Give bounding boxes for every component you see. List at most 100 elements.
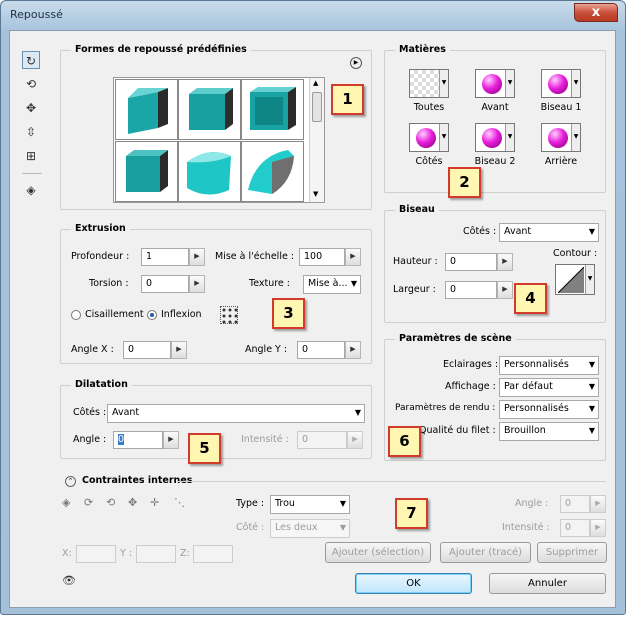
preset-shape-6[interactable] bbox=[241, 141, 304, 202]
close-button[interactable]: x bbox=[574, 3, 618, 22]
callout-4: 4 bbox=[514, 283, 547, 314]
angley-input[interactable]: 0 bbox=[297, 341, 345, 359]
toolbar-divider bbox=[22, 173, 42, 174]
title-bar[interactable]: Repoussé x bbox=[1, 1, 627, 29]
chevron-down-icon[interactable]: ▼ bbox=[585, 265, 594, 294]
torsion-spin[interactable]: ▶ bbox=[189, 275, 205, 293]
torsion-input[interactable]: 0 bbox=[141, 275, 189, 293]
anglex-input[interactable]: 0 bbox=[123, 341, 171, 359]
material-label-front: Avant bbox=[481, 102, 509, 113]
contrainte-intensite-input[interactable]: 0 bbox=[560, 519, 590, 537]
constraint-scale-icon[interactable]: ⋱ bbox=[174, 496, 185, 510]
material-sides[interactable]: ▼ bbox=[409, 123, 449, 152]
cote-select[interactable]: Les deux ▼ bbox=[270, 519, 350, 538]
ok-button[interactable]: OK bbox=[355, 573, 472, 594]
formes-menu-icon[interactable]: ▶ bbox=[350, 57, 362, 69]
preset-shape-4[interactable] bbox=[115, 141, 178, 202]
echelle-input[interactable]: 100 bbox=[299, 248, 345, 266]
contraintes-collapse-icon[interactable]: ⌃ bbox=[65, 476, 76, 487]
reference-point-icon[interactable] bbox=[220, 306, 238, 324]
constraint-slide-icon[interactable]: ✛ bbox=[150, 496, 159, 510]
roll-object-icon[interactable]: ⟲ bbox=[22, 75, 40, 93]
scroll-down-icon[interactable]: ▼ bbox=[313, 190, 318, 198]
slide-object-icon[interactable]: ⇳ bbox=[22, 123, 40, 141]
type-select[interactable]: Trou ▼ bbox=[270, 495, 350, 514]
preset-shape-1[interactable] bbox=[115, 79, 178, 140]
delete-button[interactable]: Supprimer bbox=[537, 542, 607, 563]
constraint-roll-icon[interactable]: ⟲ bbox=[106, 496, 115, 510]
constraint-rotate-icon[interactable]: ⟳ bbox=[84, 496, 93, 510]
scene-title: Paramètres de scène bbox=[395, 333, 516, 344]
rendu-select[interactable]: Personnalisés ▼ bbox=[499, 400, 599, 419]
texture-select[interactable]: Mise à... ▼ bbox=[303, 275, 361, 294]
hauteur-label: Hauteur : bbox=[393, 256, 438, 267]
x-input[interactable] bbox=[76, 545, 116, 563]
profondeur-spin[interactable]: ▶ bbox=[189, 248, 205, 266]
add-selection-button[interactable]: Ajouter (sélection) bbox=[325, 542, 431, 563]
angley-spin[interactable]: ▶ bbox=[345, 341, 361, 359]
hauteur-spin[interactable]: ▶ bbox=[497, 253, 513, 271]
cisaillement-label[interactable]: Cisaillement bbox=[85, 309, 144, 320]
scroll-up-icon[interactable]: ▲ bbox=[313, 79, 318, 87]
inflexion-radio[interactable] bbox=[147, 310, 157, 320]
material-bevel1[interactable]: ▼ bbox=[541, 69, 581, 98]
largeur-spin[interactable]: ▶ bbox=[497, 281, 513, 299]
material-back[interactable]: ▼ bbox=[541, 123, 581, 152]
material-ball-icon bbox=[548, 74, 568, 94]
inflexion-label[interactable]: Inflexion bbox=[161, 309, 202, 320]
contour-label: Contour : bbox=[553, 248, 598, 259]
dilatation-intensite-spin[interactable]: ▶ bbox=[347, 431, 363, 449]
chevron-down-icon[interactable]: ▼ bbox=[571, 70, 580, 97]
qualite-select[interactable]: Brouillon ▼ bbox=[499, 422, 599, 441]
preset-shape-3[interactable] bbox=[241, 79, 304, 140]
chevron-down-icon[interactable]: ▼ bbox=[571, 124, 580, 151]
dilatation-angle-input[interactable]: 0 bbox=[113, 431, 163, 449]
camera-icon[interactable]: ◈ bbox=[22, 181, 40, 199]
hauteur-input[interactable]: 0 bbox=[445, 253, 497, 271]
torsion-label: Torsion : bbox=[89, 278, 129, 289]
add-trace-button[interactable]: Ajouter (tracé) bbox=[440, 542, 531, 563]
contrainte-angle-spin[interactable]: ▶ bbox=[590, 495, 606, 513]
left-toolbar: ↻ ⟲ ✥ ⇳ ⊞ ◈ bbox=[20, 49, 44, 209]
chevron-down-icon[interactable]: ▼ bbox=[505, 124, 514, 151]
preview-eye-icon[interactable]: 👁 bbox=[62, 574, 76, 587]
preset-shape-2[interactable] bbox=[178, 79, 241, 140]
anglex-label: Angle X : bbox=[71, 344, 114, 355]
echelle-spin[interactable]: ▶ bbox=[345, 248, 361, 266]
eclairages-select[interactable]: Personnalisés ▼ bbox=[499, 356, 599, 375]
dilatation-intensite-input[interactable]: 0 bbox=[297, 431, 347, 449]
material-front[interactable]: ▼ bbox=[475, 69, 515, 98]
scale-object-icon[interactable]: ⊞ bbox=[22, 147, 40, 165]
preset-shape-5[interactable] bbox=[178, 141, 241, 202]
biseau-cotes-label: Côtés : bbox=[463, 226, 497, 237]
anglex-spin[interactable]: ▶ bbox=[171, 341, 187, 359]
profondeur-input[interactable]: 1 bbox=[141, 248, 189, 266]
constraint-object-icon[interactable]: ◈ bbox=[62, 496, 70, 510]
drag-object-icon[interactable]: ✥ bbox=[22, 99, 40, 117]
constraint-drag-icon[interactable]: ✥ bbox=[128, 496, 137, 510]
z-input[interactable] bbox=[193, 545, 233, 563]
biseau-cotes-select[interactable]: Avant ▼ bbox=[499, 223, 599, 242]
chevron-down-icon[interactable]: ▼ bbox=[439, 124, 448, 151]
chevron-down-icon[interactable]: ▼ bbox=[505, 70, 514, 97]
contrainte-angle-input[interactable]: 0 bbox=[560, 495, 590, 513]
dilatation-cotes-select[interactable]: Avant ▼ bbox=[107, 404, 365, 423]
contrainte-intensite-spin[interactable]: ▶ bbox=[590, 519, 606, 537]
cisaillement-radio[interactable] bbox=[71, 310, 81, 320]
dilatation-angle-spin[interactable]: ▶ bbox=[163, 431, 179, 449]
scroll-thumb[interactable] bbox=[312, 92, 322, 122]
chevron-down-icon[interactable]: ▼ bbox=[439, 70, 448, 97]
material-bevel2[interactable]: ▼ bbox=[475, 123, 515, 152]
y-input[interactable] bbox=[136, 545, 176, 563]
profondeur-label: Profondeur : bbox=[71, 251, 130, 262]
rotate-object-icon[interactable]: ↻ bbox=[22, 51, 40, 69]
chevron-down-icon: ▼ bbox=[339, 523, 346, 532]
material-label-bevel2: Biseau 2 bbox=[474, 156, 516, 167]
affichage-select[interactable]: Par défaut ▼ bbox=[499, 378, 599, 397]
chevron-down-icon: ▼ bbox=[339, 499, 346, 508]
contour-picker[interactable]: ▼ bbox=[555, 264, 595, 295]
largeur-input[interactable]: 0 bbox=[445, 281, 497, 299]
formes-scrollbar[interactable]: ▲ ▼ bbox=[309, 78, 324, 202]
cancel-button[interactable]: Annuler bbox=[489, 573, 606, 594]
material-all[interactable]: ▼ bbox=[409, 69, 449, 98]
